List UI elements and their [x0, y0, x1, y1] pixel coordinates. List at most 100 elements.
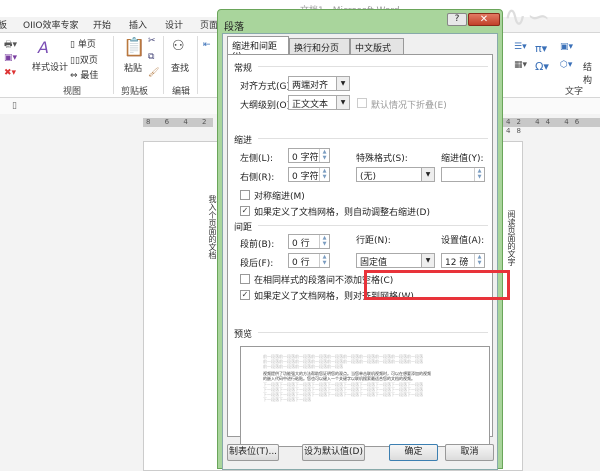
- after-value: 0 行: [292, 258, 310, 268]
- best-fit-label: 最佳: [80, 71, 99, 81]
- line-spacing-select[interactable]: 固定值 ▼: [356, 253, 435, 268]
- spinner-icon[interactable]: ▲ ▼: [319, 235, 329, 248]
- highlight-box: [364, 270, 510, 300]
- cancel-button[interactable]: 取消: [445, 444, 494, 461]
- single-page-button[interactable]: ▯ 单页: [70, 37, 96, 50]
- style-design-button[interactable]: 样式设计: [32, 60, 68, 73]
- clipboard-group-label: 剪贴板: [121, 87, 149, 97]
- tab-insert[interactable]: 插入: [129, 18, 147, 31]
- preview-heading: 预览: [234, 330, 253, 340]
- divider: [258, 66, 488, 67]
- ruler-left[interactable]: 8 6 4 2: [143, 118, 213, 127]
- spinner-icon[interactable]: ▲ ▼: [319, 168, 329, 181]
- alignment-select[interactable]: 两端对齐 ▼: [288, 76, 350, 91]
- indent-icon[interactable]: ⇤: [203, 40, 211, 50]
- shapes-icon[interactable]: ⬡▾: [560, 60, 572, 70]
- tab-home[interactable]: 开始: [93, 18, 111, 31]
- before-input[interactable]: 0 行 ▲ ▼: [288, 234, 330, 249]
- tabs-button[interactable]: 制表位(T)...: [227, 444, 279, 461]
- spinner-icon[interactable]: ▲ ▼: [319, 254, 329, 267]
- separator: [113, 36, 114, 94]
- table-icon[interactable]: ▦▾: [514, 60, 527, 70]
- single-page-label: 单页: [77, 40, 96, 50]
- chevron-down-icon: ▼: [336, 77, 349, 90]
- preview-line: 前一段落前一段落前一段落前一段落前一段落: [263, 364, 343, 369]
- paragraph-dialog: 段落 ? ✕ 缩进和间距(I) 换行和分页(P) 中文版式(H) 常规 对齐方式…: [217, 9, 510, 470]
- paste-button[interactable]: 粘贴: [124, 61, 142, 74]
- outline-level-select[interactable]: 正文文本 ▼: [288, 95, 350, 110]
- edit-group-label: 编辑: [172, 87, 191, 97]
- two-page-label: 双页: [79, 56, 98, 66]
- special-select[interactable]: (无) ▼: [356, 167, 435, 182]
- line-spacing-value: 固定值: [360, 258, 388, 268]
- print-icon[interactable]: 🖶▾: [4, 37, 17, 53]
- mirror-indent-checkbox[interactable]: [240, 190, 250, 200]
- ok-button[interactable]: 确定: [389, 444, 438, 461]
- help-button[interactable]: ?: [447, 13, 467, 26]
- find-icon[interactable]: ⚇: [172, 38, 185, 54]
- preview-sample-line: 的嵌入代码中进行粘贴。您也可以键入一个关键字以联机搜索最适合您的文档的视频。: [263, 376, 415, 381]
- text-group-label: 文字: [565, 87, 584, 97]
- general-heading: 常规: [234, 64, 253, 74]
- line-spacing-label: 行距(N):: [356, 236, 391, 246]
- spinner-icon[interactable]: ▲ ▼: [319, 149, 329, 162]
- collapse-checkbox[interactable]: [357, 98, 367, 108]
- cut-icon[interactable]: ✂: [148, 36, 156, 46]
- set-default-button[interactable]: 设为默认值(D): [302, 444, 365, 461]
- equation-icon[interactable]: π▾: [535, 42, 547, 55]
- right-indent-input[interactable]: 0 字符 ▲ ▼: [288, 167, 330, 182]
- tab-oiio[interactable]: OIIO效率专家: [23, 18, 78, 31]
- tab-design[interactable]: 设计: [165, 18, 183, 31]
- after-label: 段后(F):: [240, 259, 274, 269]
- find-button[interactable]: 查找: [171, 61, 189, 74]
- best-fit-button[interactable]: ⇔ 最佳: [70, 68, 98, 81]
- close-doc-icon[interactable]: ✖▾: [4, 68, 16, 78]
- collapse-label: 默认情况下折叠(E): [371, 101, 447, 111]
- tab-asian-typography[interactable]: 中文版式(H): [350, 38, 404, 64]
- divider: [258, 225, 488, 226]
- after-input[interactable]: 0 行 ▲ ▼: [288, 253, 330, 268]
- list-icon[interactable]: ☰▾: [514, 42, 527, 52]
- mirror-indent-label: 对称缩进(M): [254, 192, 305, 202]
- ruler-right[interactable]: 42 44 46 48: [503, 118, 600, 135]
- before-label: 段前(B):: [240, 240, 275, 250]
- structure-button[interactable]: 结构: [583, 60, 600, 86]
- tab-layout[interactable]: 页面: [200, 18, 218, 31]
- by-input[interactable]: ▲ ▼: [441, 167, 485, 182]
- preview-line: 下一段落下一段落下一段落: [263, 397, 311, 402]
- no-space-checkbox[interactable]: [240, 274, 250, 284]
- outline-level-label: 大纲级别(O):: [240, 101, 294, 111]
- chevron-down-icon: ▼: [421, 168, 434, 181]
- chevron-down-icon: ▼: [336, 96, 349, 109]
- tab-panel: 常规 对齐方式(G): 两端对齐 ▼ 大纲级别(O): 正文文本 ▼ 默认情况下折叠…: [227, 54, 510, 447]
- alignment-label: 对齐方式(G):: [240, 82, 294, 92]
- picture-icon[interactable]: ▣▾: [560, 42, 573, 52]
- auto-adjust-checkbox[interactable]: ✓: [240, 206, 250, 216]
- tab-indents-spacing[interactable]: 缩进和间距(I): [227, 36, 289, 62]
- save-icon[interactable]: ▣▾: [4, 53, 17, 63]
- chevron-down-icon: ▼: [421, 254, 434, 267]
- style-design-icon[interactable]: A: [38, 38, 49, 57]
- spinner-icon[interactable]: ▲ ▼: [474, 168, 484, 181]
- by-label: 缩进值(Y):: [441, 154, 484, 164]
- view-group-label: 视图: [63, 87, 82, 97]
- right-indent-label: 右侧(R):: [240, 173, 275, 183]
- paste-icon[interactable]: 📋: [123, 37, 145, 58]
- tab-line-page-breaks[interactable]: 换行和分页(P): [289, 38, 350, 64]
- snap-grid-checkbox[interactable]: ✓: [240, 290, 250, 300]
- left-indent-label: 左侧(L):: [240, 154, 274, 164]
- left-indent-input[interactable]: 0 字符 ▲ ▼: [288, 148, 330, 163]
- dialog-body: 缩进和间距(I) 换行和分页(P) 中文版式(H) 常规 对齐方式(G): 两端…: [222, 33, 510, 470]
- at-input[interactable]: 12 磅 ▲ ▼: [441, 253, 485, 268]
- spinner-icon[interactable]: ▲ ▼: [474, 254, 484, 267]
- symbol-icon[interactable]: Ω▾: [535, 60, 549, 73]
- close-button[interactable]: ✕: [468, 13, 500, 26]
- special-label: 特殊格式(S):: [356, 154, 408, 164]
- two-page-button[interactable]: ▯▯双页: [70, 53, 98, 66]
- copy-icon[interactable]: ⧉: [148, 52, 154, 62]
- dialog-title: 段落: [224, 22, 244, 33]
- tab-file[interactable]: 板: [0, 18, 7, 31]
- format-painter-icon[interactable]: 🖌: [148, 68, 159, 78]
- new-doc-icon[interactable]: ▯: [12, 101, 17, 111]
- preview-box: 前一段落前一段落前一段落前一段落前一段落前一段落前一段落前一段落前一段落前一段落…: [240, 346, 490, 447]
